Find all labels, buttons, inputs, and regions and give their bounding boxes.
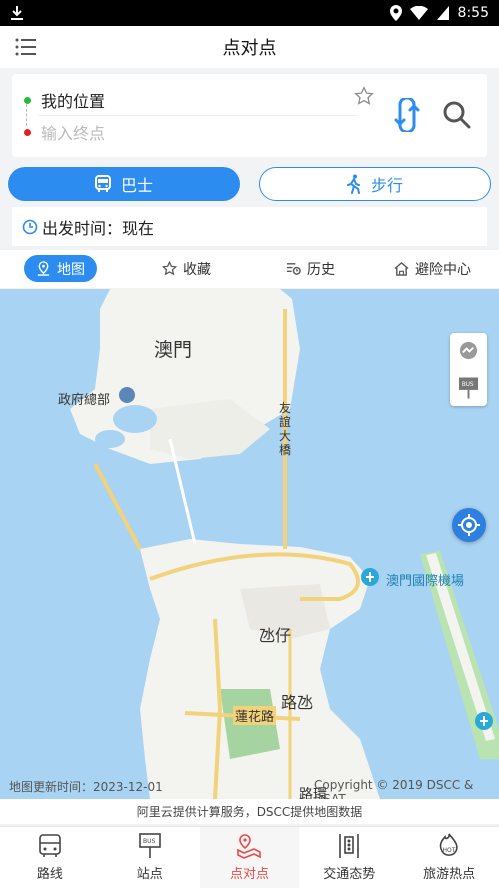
hot-flame-icon: HOT (439, 833, 458, 856)
map-label-taipa: 氹仔 (259, 626, 292, 645)
map-label-macau: 澳門 (154, 339, 193, 361)
app-bar: 点对点 (0, 26, 499, 68)
nav-tourism-hotspots-label: 旅游热点 (423, 867, 476, 882)
origin-field[interactable]: 我的位置 (24, 88, 105, 112)
page-title: 点对点 (222, 38, 277, 59)
locate-me-button[interactable] (452, 508, 486, 542)
map-layer-controls: BUS (450, 333, 487, 406)
crosshair-icon (458, 514, 480, 536)
map-label-airport: 澳門國際機場 (386, 574, 465, 589)
map-route-icon (237, 834, 262, 859)
lake-nam-van (113, 405, 157, 433)
route-input-card: 我的位置 输入终点 (12, 74, 487, 157)
bus-icon (94, 175, 111, 192)
nav-traffic-label: 交通态势 (323, 867, 376, 882)
walk-mode-button[interactable]: 步行 (259, 167, 491, 201)
bus-mode-label: 巴士 (120, 176, 153, 195)
traffic-signal-icon (339, 834, 360, 858)
route-divider (38, 115, 358, 116)
map-label-government: 政府總部 (58, 393, 111, 408)
tab-map[interactable]: 地图 (24, 255, 97, 282)
location-icon (389, 5, 402, 21)
tab-favorites[interactable]: 收藏 (150, 255, 223, 282)
clock-icon (22, 219, 38, 234)
origin-text: 我的位置 (41, 92, 106, 111)
departure-value: 现在 (122, 218, 155, 238)
bus-stop-sign-icon: BUS (138, 833, 161, 858)
tab-history[interactable]: 历史 (274, 255, 347, 282)
walking-icon (346, 174, 360, 194)
lake-sai-van (95, 430, 125, 448)
map-copyright: Copyright © 2019 DSCC & DSAT (314, 778, 474, 799)
taipa-cotai-island (140, 539, 380, 799)
data-attribution: 阿里云提供计算服务，DSCC提供地图数据 (0, 799, 499, 824)
origin-dot (24, 96, 31, 104)
nav-tourism-hotspots[interactable]: HOT 旅游热点 (399, 827, 499, 888)
destination-placeholder: 输入终点 (41, 124, 106, 143)
walk-mode-label: 步行 (370, 176, 403, 195)
menu-list-icon[interactable] (14, 36, 38, 58)
nav-routes[interactable]: 路线 (0, 827, 100, 888)
bus-front-icon (39, 834, 61, 857)
nav-point-to-point[interactable]: 点对点 (199, 827, 300, 888)
departure-label: 出发时间： (42, 218, 123, 238)
destination-field[interactable]: 输入终点 (24, 120, 105, 144)
bottom-navigation: 路线 BUS 站点 点对点 交通态势 HOT 旅游热点 (0, 826, 499, 888)
nav-stops-label: 站点 (136, 867, 163, 882)
bus-stop-layer-icon[interactable]: BUS (458, 376, 479, 400)
search-icon[interactable] (442, 100, 472, 130)
nav-stops[interactable]: BUS 站点 (100, 827, 200, 888)
star-icon[interactable] (354, 86, 374, 106)
map-pin-icon (37, 261, 50, 276)
tab-shelter-center[interactable]: 避险中心 (382, 255, 483, 282)
svg-text:HOT: HOT (443, 847, 456, 854)
tab-map-label: 地图 (57, 261, 85, 278)
map-view[interactable]: 澳門 政府總部 友誼大橋 澳門國際機場 氹仔 路氹 蓮花路 路環 BUS 地图更… (0, 289, 499, 799)
shelter-house-icon (394, 261, 409, 276)
bus-mode-button[interactable]: 巴士 (8, 167, 240, 201)
tab-bar: 地图 收藏 历史 避险中心 (0, 250, 499, 288)
map-label-lotus-road: 蓮花路 (233, 706, 277, 725)
map-label-cotai: 路氹 (281, 693, 314, 712)
tab-favorites-label: 收藏 (183, 261, 211, 278)
tab-shelter-center-label: 避险中心 (415, 261, 471, 278)
history-icon (286, 263, 301, 275)
star-outline-icon (162, 261, 177, 276)
sai-van-bridge (93, 463, 142, 550)
swap-icon[interactable] (390, 98, 424, 132)
battery-icon (436, 6, 449, 20)
tab-history-label: 历史 (307, 261, 335, 278)
svg-text:BUS: BUS (143, 838, 156, 845)
download-icon (11, 6, 23, 20)
traffic-layer-icon[interactable] (458, 340, 479, 361)
nav-traffic[interactable]: 交通态势 (299, 827, 399, 888)
status-time: 8:55 (457, 5, 489, 21)
nav-routes-label: 路线 (36, 867, 63, 882)
svg-text:BUS: BUS (462, 382, 474, 388)
nav-point-to-point-label: 点对点 (229, 867, 269, 882)
destination-dot (24, 128, 31, 136)
wifi-icon (409, 6, 428, 20)
map-label-friendship-bridge: 友誼大橋 (279, 401, 292, 457)
departure-time-row[interactable]: 出发时间： 现在 (12, 207, 487, 246)
map-update-time: 地图更新时间：2023-12-01 (9, 780, 163, 794)
status-bar: 8:55 (0, 0, 499, 26)
government-pin (119, 387, 135, 403)
